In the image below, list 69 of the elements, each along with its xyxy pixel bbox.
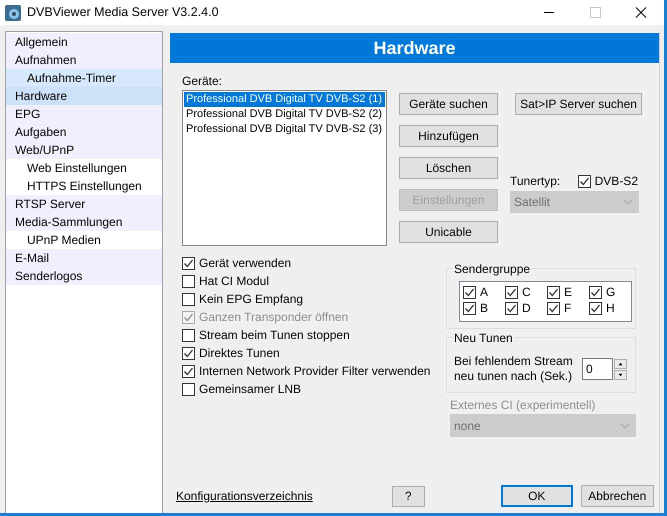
sidebar-item[interactable]: Aufgaben — [6, 123, 162, 141]
checkbox-label: Kein EPG Empfang — [199, 291, 304, 308]
checkbox[interactable] — [182, 382, 195, 396]
checkbox[interactable] — [547, 286, 560, 298]
checkbox-label: Stream beim Tunen stoppen — [199, 327, 350, 344]
help-button[interactable]: ? — [392, 486, 425, 506]
checkbox-label: Internen Network Provider Filter verwenden — [199, 363, 430, 380]
tuner-type-label: Tunertyp: — [510, 173, 560, 190]
external-ci-label: Externes CI (experimentell) — [450, 397, 596, 413]
checkbox[interactable] — [182, 346, 195, 360]
checkbox[interactable] — [589, 302, 602, 314]
checkbox-label: G — [606, 284, 616, 301]
checkbox-label: C — [522, 284, 531, 301]
config-folder-link[interactable]: Konfigurationsverzeichnis — [176, 487, 313, 505]
list-item[interactable]: Professional DVB Digital TV DVB-S2 (2) — [184, 107, 385, 122]
checkbox[interactable] — [505, 302, 518, 314]
checkbox[interactable] — [547, 302, 560, 314]
checkbox-label: H — [606, 300, 615, 317]
devices-listbox[interactable]: Professional DVB Digital TV DVB-S2 (1) Professional DVB Digital TV DVB-S2 (2) Professional DVB Digital TV DVB-S2 (3) — [182, 90, 387, 246]
device-action-button[interactable]: Geräte suchen — [399, 93, 498, 115]
checkbox-label: Ganzen Transponder öffnen — [199, 309, 348, 326]
sidebar-item[interactable]: Media-Sammlungen — [6, 213, 162, 231]
checkbox[interactable] — [505, 286, 518, 298]
spin-up-icon[interactable] — [614, 358, 627, 368]
checkbox[interactable] — [589, 286, 602, 298]
sidebar-item[interactable]: RTSP Server — [6, 195, 162, 213]
checkbox-label: B — [480, 300, 488, 317]
checkbox[interactable] — [182, 328, 195, 342]
sidebar-item[interactable]: Aufnahmen — [6, 51, 162, 69]
sidebar-item[interactable]: Aufnahme-Timer — [6, 69, 162, 87]
app-icon — [5, 4, 21, 20]
chevron-icon — [620, 422, 630, 428]
checkbox[interactable] — [182, 256, 195, 270]
checkbox[interactable] — [182, 274, 195, 288]
list-item[interactable]: Professional DVB Digital TV DVB-S2 (3) — [184, 122, 385, 137]
checkbox-label: E — [564, 284, 572, 301]
seconds-field[interactable]: 0 — [582, 358, 613, 380]
checkbox-label: Direktes Tunen — [199, 345, 280, 362]
ok-button[interactable]: OK — [500, 485, 573, 507]
devices-label: Geräte: — [182, 74, 222, 89]
checkbox[interactable] — [463, 286, 476, 298]
checkbox-label: D — [522, 300, 531, 317]
sidebar-item[interactable]: Hardware — [6, 87, 162, 105]
retune-label: Bei fehlendem Stream neu tunen nach (Sek.) — [454, 354, 574, 384]
sat-ip-search-button[interactable]: Sat>IP Server suchen — [515, 93, 642, 115]
page-header: Hardware — [170, 33, 659, 63]
checkbox-label: Gemeinsamer LNB — [199, 381, 302, 398]
checkbox-label: F — [564, 300, 572, 317]
window-title: DVBViewer Media Server V3.2.4.0 — [27, 4, 219, 22]
checkbox[interactable] — [578, 174, 591, 188]
checkbox-label: Hat CI Modul — [199, 273, 270, 290]
checkbox-label: Gerät verwenden — [199, 255, 292, 272]
sidebar-item[interactable]: Allgemein — [6, 33, 162, 51]
checkbox-label: A — [480, 284, 488, 301]
sidebar-item[interactable]: E-Mail — [6, 249, 162, 267]
chevron-icon — [623, 199, 633, 205]
sidebar-item[interactable]: EPG — [6, 105, 162, 123]
checkbox[interactable] — [463, 302, 476, 314]
checkbox-label: DVB-S2 — [594, 173, 638, 190]
spin-down-icon[interactable] — [614, 370, 627, 380]
sidebar-item[interactable]: Senderlogos — [6, 267, 162, 285]
list-item[interactable]: Professional DVB Digital TV DVB-S2 (1) — [184, 92, 385, 107]
device-action-button[interactable]: Unicable — [399, 221, 498, 243]
checkbox[interactable] — [182, 364, 195, 378]
cancel-button[interactable]: Abbrechen — [580, 485, 654, 507]
sidebar-item[interactable]: Web/UPnP — [6, 141, 162, 159]
checkbox[interactable] — [182, 292, 195, 306]
device-action-button[interactable]: Löschen — [399, 157, 498, 179]
device-action-button[interactable]: Hinzufügen — [399, 125, 498, 147]
